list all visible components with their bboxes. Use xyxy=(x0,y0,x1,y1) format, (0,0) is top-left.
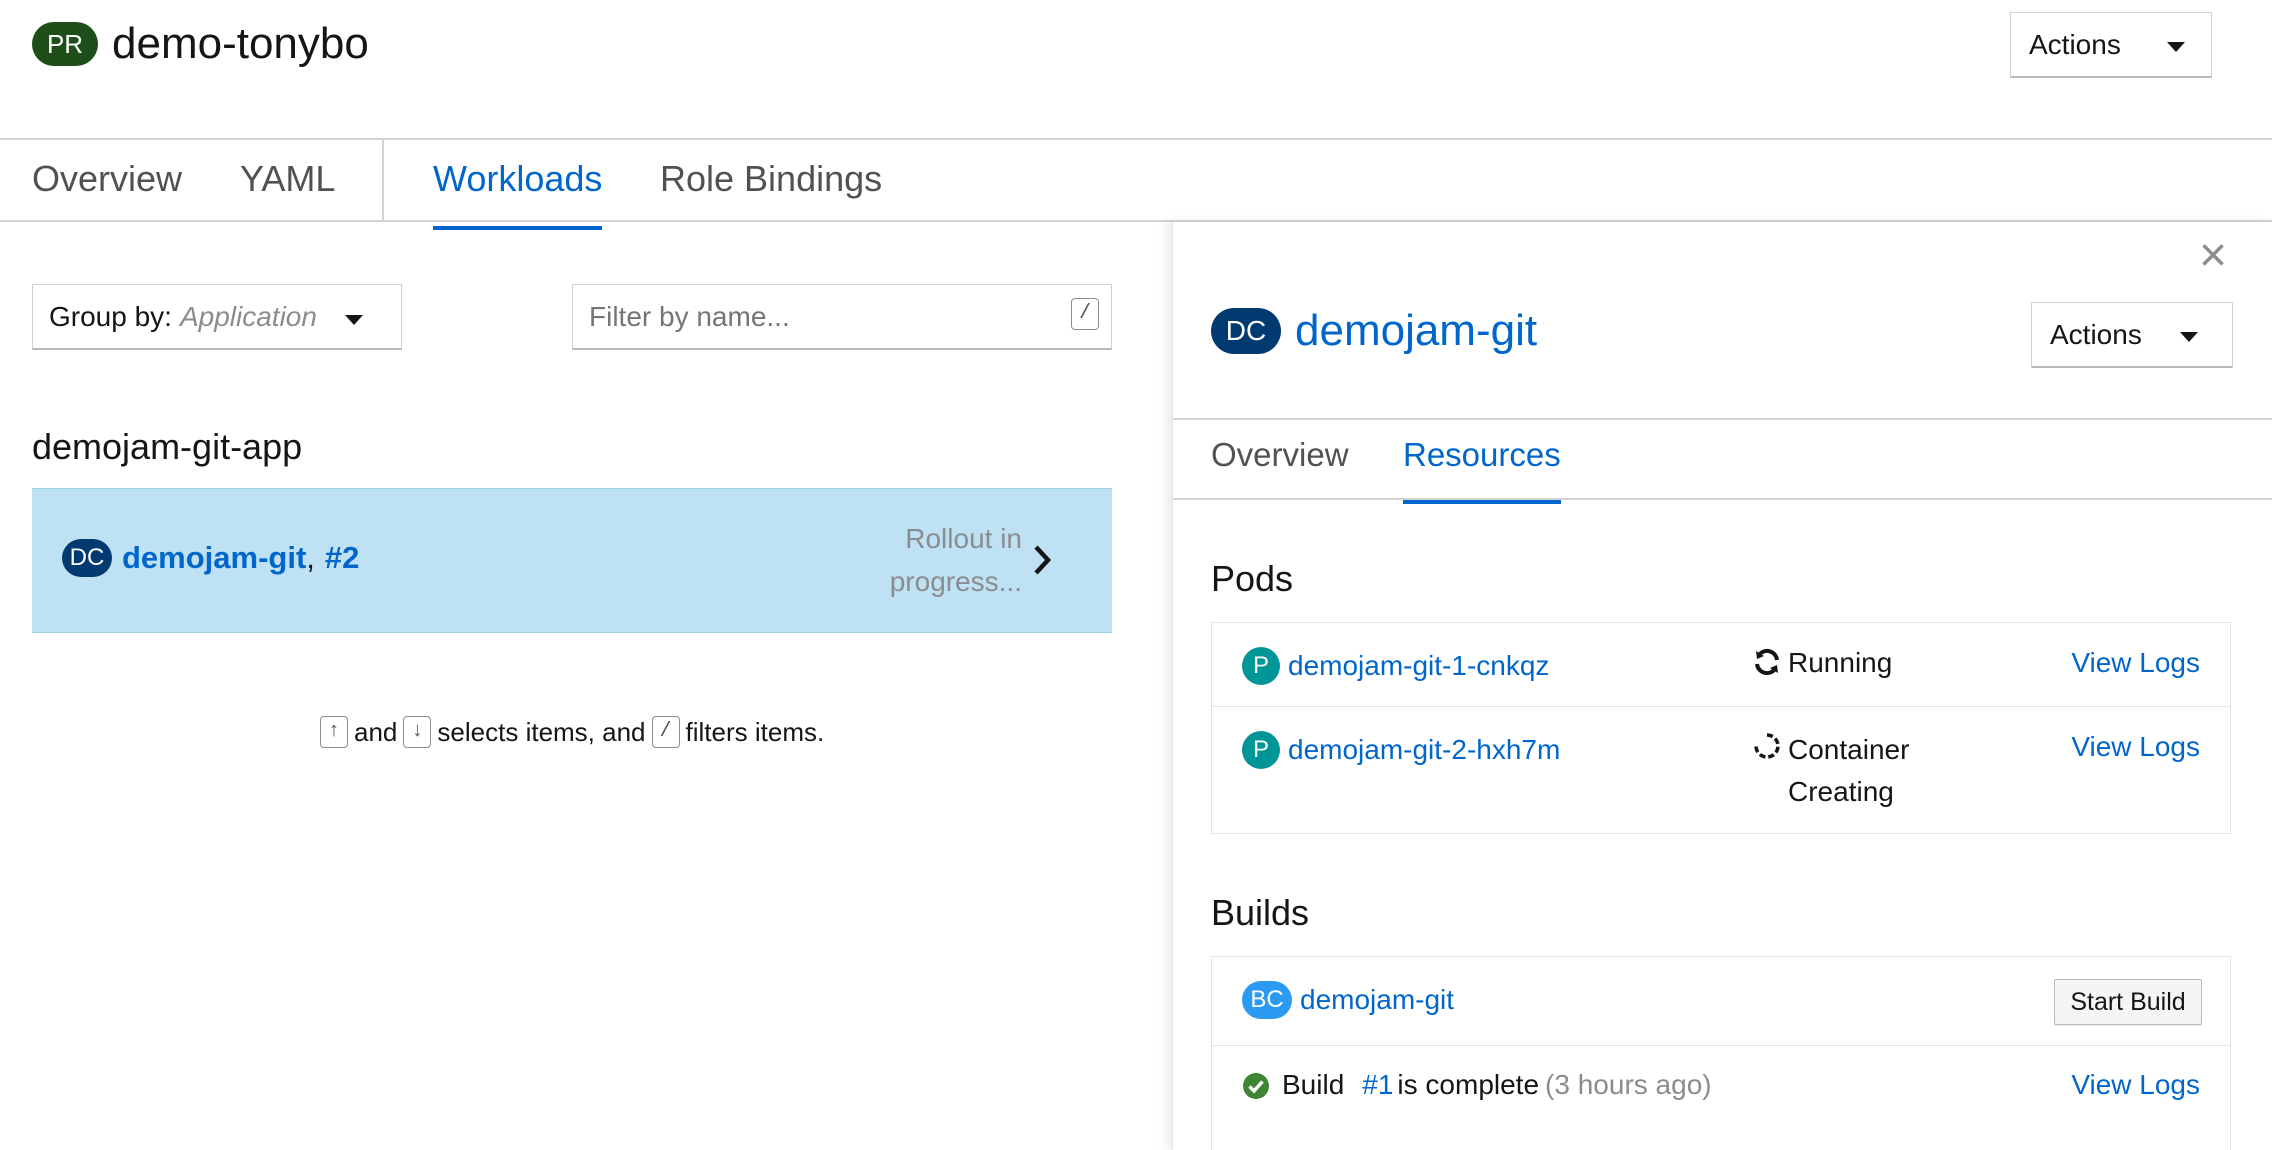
builds-heading: Builds xyxy=(1211,892,1310,933)
close-icon[interactable]: × xyxy=(2199,232,2227,280)
pod-status: Running xyxy=(1788,647,1893,678)
spinner-icon xyxy=(1754,733,1780,759)
filter-box: / xyxy=(572,284,1112,350)
pod-status: Container Creating xyxy=(1788,729,1909,813)
build-number-link[interactable]: #1 xyxy=(1362,1069,1393,1101)
build-config-row: BC demojam-git xyxy=(1242,981,1454,1019)
workload-separator: , xyxy=(306,540,315,575)
page-header: PR demo-tonybo xyxy=(32,14,369,74)
dc-badge: DC xyxy=(1211,308,1281,354)
workload-name-link[interactable]: demojam-git xyxy=(122,540,306,576)
pod-name-link[interactable]: demojam-git-2-hxh7m xyxy=(1288,734,1560,766)
sync-icon xyxy=(1755,648,1779,676)
bc-badge: BC xyxy=(1242,981,1292,1019)
check-circle-icon xyxy=(1243,1073,1269,1099)
pod-status-line: Container xyxy=(1788,734,1910,765)
panel-actions-button[interactable]: Actions xyxy=(2031,302,2233,368)
workload-revision-link[interactable]: #2 xyxy=(325,540,359,576)
pod-badge: P xyxy=(1242,731,1280,769)
filter-shortcut-key: / xyxy=(1070,298,1099,330)
hint-and: and xyxy=(354,716,398,747)
start-build-button[interactable]: Start Build xyxy=(2054,979,2202,1025)
hint-filters: filters items. xyxy=(685,716,825,747)
chevron-right-icon xyxy=(1034,545,1052,575)
caret-down-icon xyxy=(2167,42,2185,52)
slash-key: / xyxy=(651,716,680,748)
build-config-link[interactable]: demojam-git xyxy=(1300,984,1454,1016)
build-prefix: Build xyxy=(1282,1069,1345,1100)
panel-tab-resources[interactable]: Resources xyxy=(1403,436,1561,504)
hint-selects: selects items, and xyxy=(437,716,646,747)
page-actions-button[interactable]: Actions xyxy=(2010,12,2212,78)
group-by-label: Group by: xyxy=(49,300,172,332)
pod-badge: P xyxy=(1242,647,1280,685)
workload-status: Rollout in progress... xyxy=(889,523,1022,597)
dc-badge: DC xyxy=(62,539,112,577)
tabs-bar xyxy=(0,138,2272,222)
build-age: (3 hours ago) xyxy=(1545,1069,1712,1100)
project-badge: PR xyxy=(32,22,98,66)
workload-row[interactable]: DC demojam-git , #2 Rollout in progress.… xyxy=(32,488,1112,633)
group-by-dropdown[interactable]: Group by: Application xyxy=(32,284,402,350)
side-panel: × DC demojam-git Actions Overview Resour… xyxy=(1172,222,2272,1150)
group-title: demojam-git-app xyxy=(32,426,303,467)
panel-actions-label: Actions xyxy=(2050,318,2142,350)
caret-down-icon xyxy=(345,315,363,325)
filter-input[interactable] xyxy=(573,285,1051,349)
tab-overview[interactable]: Overview xyxy=(32,158,182,200)
page-actions-label: Actions xyxy=(2029,28,2121,60)
panel-header: DC demojam-git xyxy=(1211,306,1537,356)
pod-name-link[interactable]: demojam-git-1-cnkqz xyxy=(1288,650,1549,682)
tab-workloads[interactable]: Workloads xyxy=(433,158,603,230)
group-by-value: Application xyxy=(179,300,317,332)
caret-down-icon xyxy=(2180,332,2198,342)
pod-row-divider xyxy=(1212,706,2230,707)
view-logs-link[interactable]: View Logs xyxy=(2071,731,2200,763)
build-row-divider xyxy=(1212,1045,2230,1046)
pods-heading: Pods xyxy=(1211,558,1294,599)
view-logs-link[interactable]: View Logs xyxy=(2071,647,2200,679)
keyboard-hint: ↑ and ↓ selects items, and / filters ite… xyxy=(320,716,824,748)
pod-status-line: Creating xyxy=(1788,776,1894,807)
page-title: demo-tonybo xyxy=(112,19,369,68)
pods-list: P demojam-git-1-cnkqz Running View Logs … xyxy=(1211,622,2231,834)
up-arrow-key: ↑ xyxy=(320,716,349,748)
panel-tab-overview[interactable]: Overview xyxy=(1211,436,1349,474)
builds-list: BC demojam-git Start Build Build #1 is c… xyxy=(1211,956,2231,1150)
panel-title[interactable]: demojam-git xyxy=(1295,306,1537,356)
tab-role-bindings[interactable]: Role Bindings xyxy=(660,158,882,200)
tab-divider xyxy=(382,140,384,222)
tab-yaml[interactable]: YAML xyxy=(240,158,335,200)
view-logs-link[interactable]: View Logs xyxy=(2071,1069,2200,1101)
down-arrow-key: ↓ xyxy=(403,716,432,748)
build-status: Build #1 is complete (3 hours ago) xyxy=(1282,1069,1712,1101)
build-state: is complete xyxy=(1397,1069,1540,1100)
pod-row: P demojam-git-1-cnkqz xyxy=(1242,647,1549,685)
workload-name-group: DC demojam-git , #2 xyxy=(62,539,359,577)
pod-row: P demojam-git-2-hxh7m xyxy=(1242,731,1560,769)
